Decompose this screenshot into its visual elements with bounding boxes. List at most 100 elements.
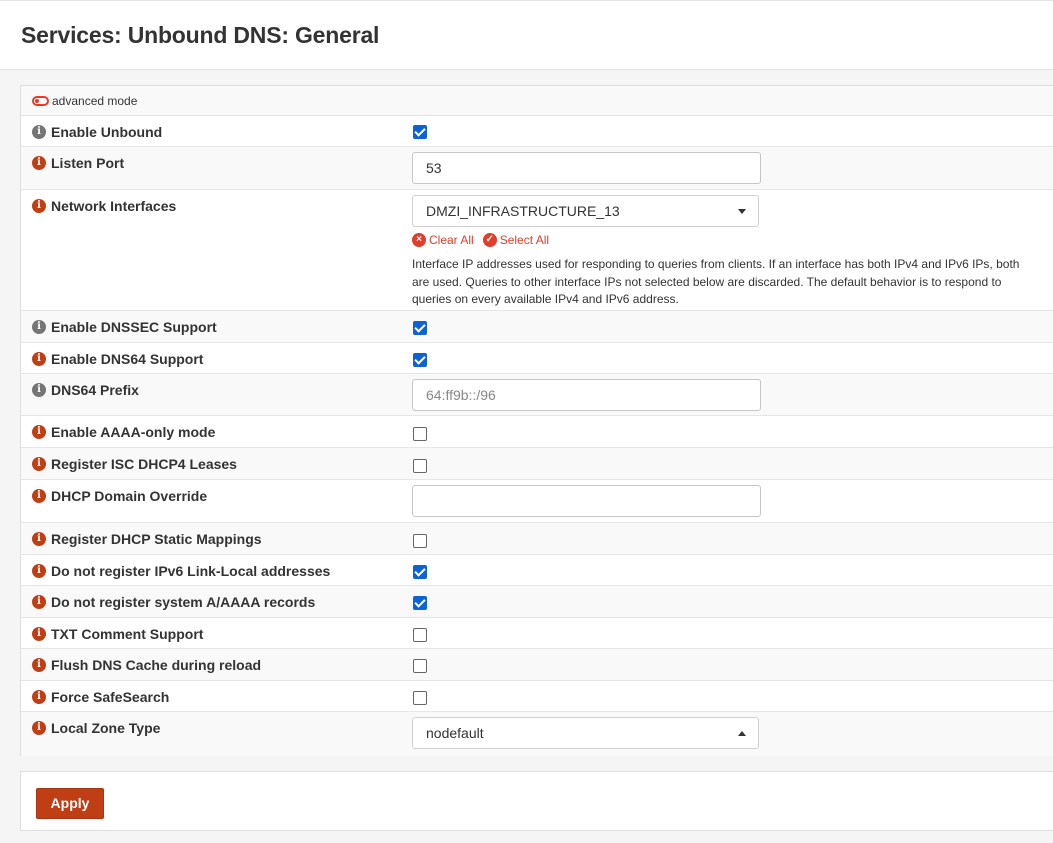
- info-icon[interactable]: i: [32, 658, 46, 672]
- network-interfaces-help: Interface IP addresses used for respondi…: [412, 257, 1020, 306]
- label-local-zone-type: i Local Zone Type: [32, 720, 160, 736]
- listen-port-input[interactable]: 53: [412, 152, 761, 184]
- label-network-interfaces: i Network Interfaces: [32, 198, 176, 214]
- row-dns64: i Enable DNS64 Support: [21, 343, 1053, 374]
- info-icon[interactable]: i: [32, 352, 46, 366]
- info-icon[interactable]: i: [32, 595, 46, 609]
- row-listen-port: i Listen Port 53: [21, 147, 1053, 190]
- label-text: Local Zone Type: [51, 720, 161, 736]
- close-circle-icon: ×: [412, 233, 426, 247]
- label-text: Enable Unbound: [51, 124, 163, 140]
- info-icon[interactable]: i: [32, 199, 46, 213]
- advanced-mode-label: advanced mode: [52, 94, 138, 108]
- caret-up-icon: [738, 731, 746, 736]
- label-dhcp-domain-override: i DHCP Domain Override: [32, 488, 207, 504]
- network-interfaces-select[interactable]: DMZI_INFRASTRUCTURE_13: [412, 195, 759, 227]
- dnssec-checkbox[interactable]: [413, 321, 427, 335]
- row-flush-cache: i Flush DNS Cache during reload: [21, 649, 1053, 681]
- label-text: DNS64 Prefix: [51, 382, 139, 398]
- label-text: Enable DNSSEC Support: [51, 319, 217, 335]
- info-icon[interactable]: i: [32, 721, 46, 735]
- label-no-system-records: i Do not register system A/AAAA records: [32, 594, 315, 610]
- enable-unbound-checkbox[interactable]: [413, 125, 427, 139]
- label-text: Enable AAAA-only mode: [51, 424, 216, 440]
- row-local-zone-type: i Local Zone Type nodefault: [21, 712, 1053, 756]
- apply-button[interactable]: Apply: [36, 788, 104, 819]
- row-register-static: i Register DHCP Static Mappings: [21, 523, 1053, 555]
- aaaa-only-checkbox[interactable]: [413, 427, 427, 441]
- label-txt-comment: i TXT Comment Support: [32, 626, 203, 642]
- label-dnssec: i Enable DNSSEC Support: [32, 319, 217, 335]
- info-icon[interactable]: i: [32, 690, 46, 704]
- label-listen-port: i Listen Port: [32, 155, 124, 171]
- dns64-checkbox[interactable]: [413, 353, 427, 367]
- label-text: DHCP Domain Override: [51, 488, 208, 504]
- label-text: Network Interfaces: [51, 198, 177, 214]
- row-enable-unbound: i Enable Unbound: [21, 116, 1053, 147]
- page-header: Services: Unbound DNS: General: [0, 0, 1053, 70]
- advanced-mode-row: advanced mode: [21, 86, 1053, 116]
- row-dnssec: i Enable DNSSEC Support: [21, 311, 1053, 343]
- label-dns64: i Enable DNS64 Support: [32, 351, 203, 367]
- caret-down-icon: [738, 209, 746, 214]
- flush-cache-checkbox[interactable]: [413, 659, 427, 673]
- dns64-prefix-input[interactable]: 64:ff9b::/96: [412, 379, 761, 411]
- row-txt-comment: i TXT Comment Support: [21, 618, 1053, 649]
- row-dns64-prefix: i DNS64 Prefix 64:ff9b::/96: [21, 374, 1053, 416]
- row-aaaa-only: i Enable AAAA-only mode: [21, 416, 1053, 448]
- select-value: nodefault: [426, 725, 484, 741]
- info-icon[interactable]: i: [32, 156, 46, 170]
- label-no-ipv6-linklocal: i Do not register IPv6 Link-Local addres…: [32, 563, 330, 579]
- label-text: Force SafeSearch: [51, 689, 170, 705]
- info-icon[interactable]: i: [32, 383, 46, 397]
- row-safesearch: i Force SafeSearch: [21, 681, 1053, 712]
- select-all-label: Select All: [499, 233, 550, 247]
- label-text: Flush DNS Cache during reload: [51, 657, 262, 673]
- label-flush-cache: i Flush DNS Cache during reload: [32, 657, 261, 673]
- row-network-interfaces: i Network Interfaces DMZI_INFRASTRUCTURE…: [21, 190, 1053, 311]
- info-icon[interactable]: i: [32, 532, 46, 546]
- page-title: Services: Unbound DNS: General: [21, 22, 380, 48]
- info-icon[interactable]: i: [32, 320, 46, 334]
- dhcp-domain-override-input[interactable]: [412, 485, 761, 517]
- label-text: Listen Port: [51, 155, 125, 171]
- toggle-icon[interactable]: [32, 96, 49, 106]
- select-all-link[interactable]: ✓ Select All: [482, 233, 550, 247]
- info-icon[interactable]: i: [32, 489, 46, 503]
- info-icon[interactable]: i: [32, 425, 46, 439]
- info-icon[interactable]: i: [32, 564, 46, 578]
- action-footer: Apply: [20, 771, 1053, 831]
- settings-panel: advanced mode i Enable Unbound i Listen …: [20, 85, 1053, 756]
- info-icon[interactable]: i: [32, 627, 46, 641]
- label-register-dhcp4: i Register ISC DHCP4 Leases: [32, 456, 237, 472]
- label-register-static: i Register DHCP Static Mappings: [32, 531, 262, 547]
- row-no-ipv6-linklocal: i Do not register IPv6 Link-Local addres…: [21, 555, 1053, 586]
- row-dhcp-domain-override: i DHCP Domain Override: [21, 480, 1053, 523]
- label-text: TXT Comment Support: [51, 626, 204, 642]
- info-icon[interactable]: i: [32, 457, 46, 471]
- row-register-dhcp4: i Register ISC DHCP4 Leases: [21, 448, 1053, 480]
- label-aaaa-only: i Enable AAAA-only mode: [32, 424, 215, 440]
- clear-all-link[interactable]: × Clear All: [412, 233, 474, 247]
- no-system-records-checkbox[interactable]: [413, 596, 427, 610]
- label-safesearch: i Force SafeSearch: [32, 689, 169, 705]
- label-text: Do not register system A/AAAA records: [51, 594, 316, 610]
- label-text: Register ISC DHCP4 Leases: [51, 456, 237, 472]
- label-dns64-prefix: i DNS64 Prefix: [32, 382, 139, 398]
- txt-comment-checkbox[interactable]: [413, 628, 427, 642]
- interface-links: × Clear All ✓ Select All: [412, 233, 558, 247]
- local-zone-type-select[interactable]: nodefault: [412, 717, 759, 749]
- label-text: Register DHCP Static Mappings: [51, 531, 262, 547]
- check-circle-icon: ✓: [482, 233, 497, 247]
- row-no-system-records: i Do not register system A/AAAA records: [21, 586, 1053, 618]
- register-static-checkbox[interactable]: [413, 534, 427, 548]
- info-icon[interactable]: i: [32, 125, 46, 139]
- safesearch-checkbox[interactable]: [413, 691, 427, 705]
- label-text: Do not register IPv6 Link-Local addresse…: [51, 563, 331, 579]
- register-dhcp4-checkbox[interactable]: [413, 459, 427, 473]
- clear-all-label: Clear All: [429, 233, 474, 247]
- no-ipv6-linklocal-checkbox[interactable]: [413, 565, 427, 579]
- label-text: Enable DNS64 Support: [51, 351, 204, 367]
- advanced-mode-toggle[interactable]: advanced mode: [32, 94, 137, 108]
- label-enable-unbound: i Enable Unbound: [32, 124, 162, 140]
